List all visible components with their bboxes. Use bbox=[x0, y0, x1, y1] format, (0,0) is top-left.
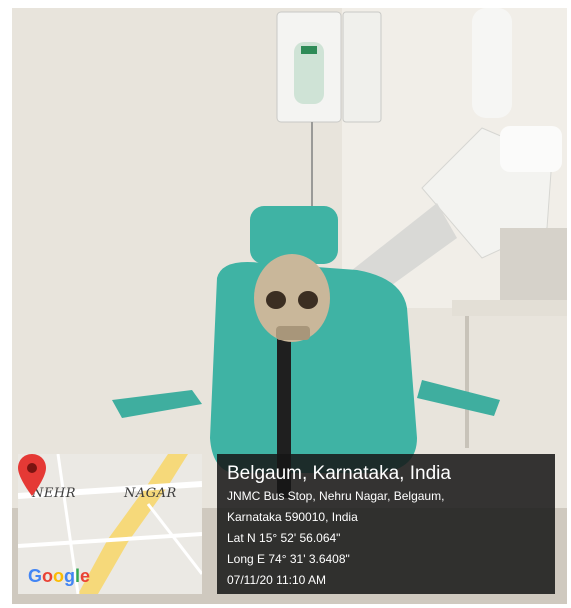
geotag-info-panel: Belgaum, Karnataka, India JNMC Bus Stop,… bbox=[217, 454, 555, 594]
google-letter: o bbox=[42, 566, 54, 586]
map-thumbnail: NEHR NAGAR Google bbox=[18, 454, 202, 594]
latitude-text: Lat N 15° 52' 56.064" bbox=[227, 531, 341, 545]
longitude-text: Long E 74° 31' 3.6408" bbox=[227, 552, 350, 566]
address-line-1: JNMC Bus Stop, Nehru Nagar, Belgaum, bbox=[227, 489, 445, 503]
address-line-2: Karnataka 590010, India bbox=[227, 510, 358, 524]
map-area-label-right: NAGAR bbox=[124, 486, 177, 501]
google-letter: G bbox=[28, 566, 43, 586]
google-letter: g bbox=[64, 566, 76, 586]
google-letter: o bbox=[53, 566, 65, 586]
datetime-text: 07/11/20 11:10 AM bbox=[227, 573, 326, 587]
google-logo: Google bbox=[28, 566, 90, 587]
location-title: Belgaum, Karnataka, India bbox=[227, 463, 451, 484]
google-letter: e bbox=[80, 566, 91, 586]
map-pin-icon bbox=[18, 454, 46, 496]
